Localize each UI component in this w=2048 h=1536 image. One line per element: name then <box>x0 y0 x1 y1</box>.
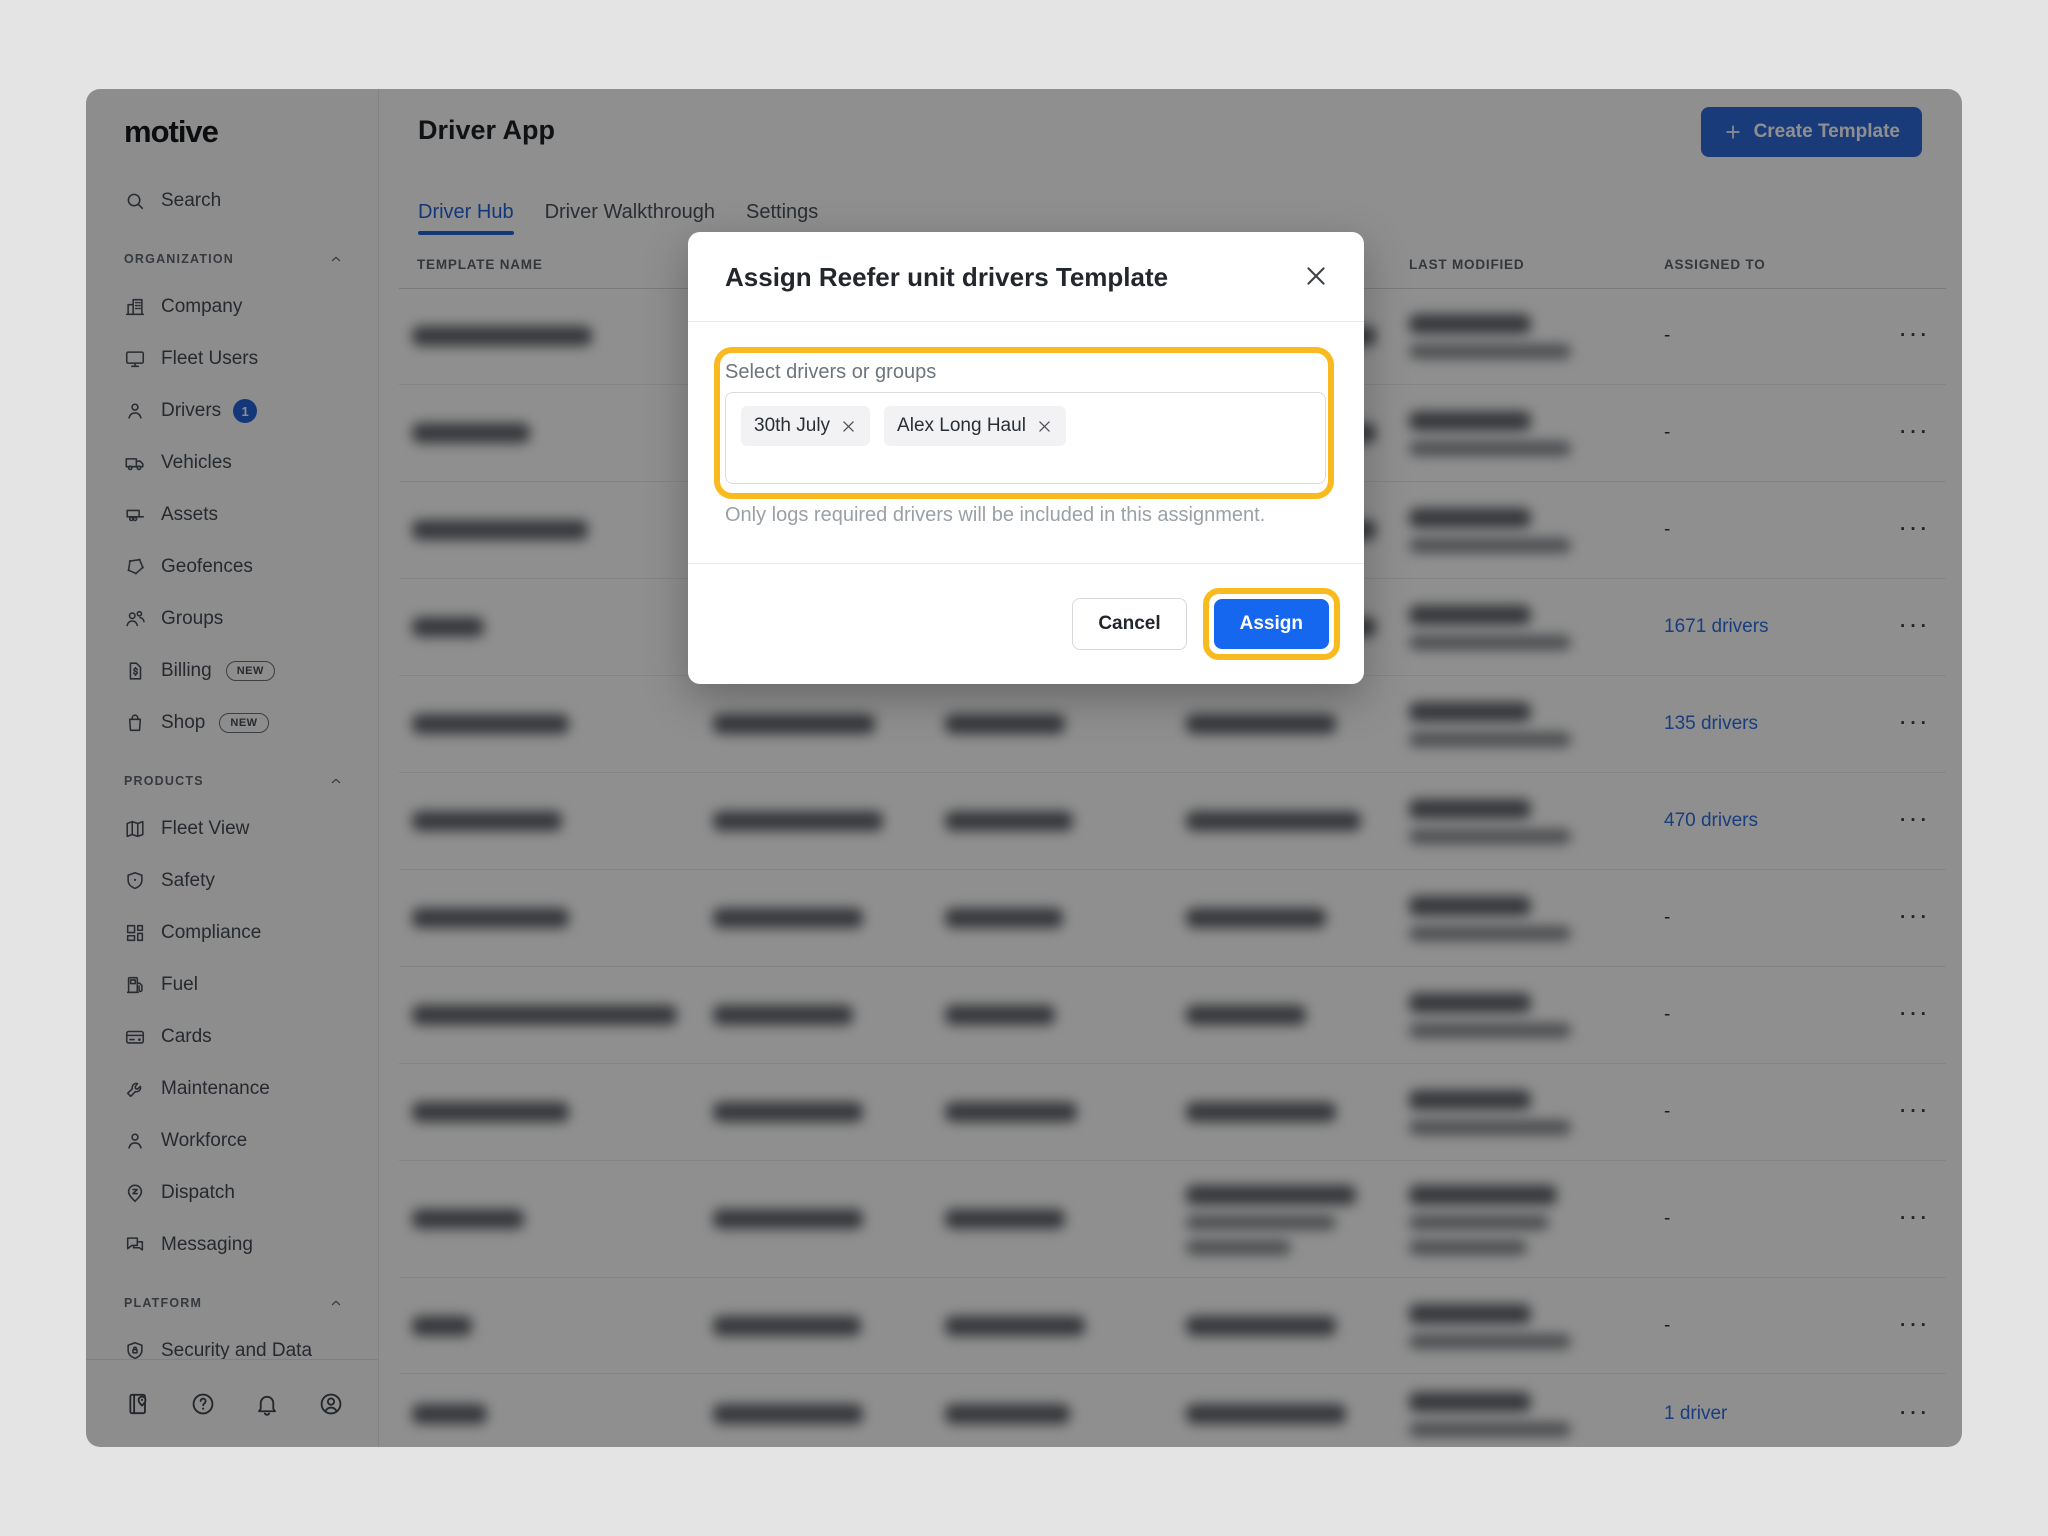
assign-button[interactable]: Assign <box>1214 599 1329 649</box>
chip-list: 30th July Alex Long Haul <box>741 406 1066 446</box>
assign-template-modal: Assign Reefer unit drivers Template Sele… <box>688 232 1364 684</box>
annotation-highlight-assign: Assign <box>1203 588 1340 660</box>
remove-chip-icon[interactable] <box>840 418 857 435</box>
chip-30th-july: 30th July <box>741 406 870 446</box>
chip-alex-long-haul: Alex Long Haul <box>884 406 1066 446</box>
modal-title: Assign Reefer unit drivers Template <box>725 262 1168 293</box>
cancel-button[interactable]: Cancel <box>1072 598 1186 650</box>
close-icon[interactable] <box>1302 262 1330 290</box>
remove-chip-icon[interactable] <box>1036 418 1053 435</box>
modal-header: Assign Reefer unit drivers Template <box>688 232 1364 322</box>
modal-footer: Cancel Assign <box>688 563 1364 684</box>
field-label: Select drivers or groups <box>725 361 936 384</box>
drivers-groups-input[interactable]: 30th July Alex Long Haul <box>725 392 1326 484</box>
helper-text: Only logs required drivers will be inclu… <box>725 504 1265 527</box>
app-window: motive Search ORGANIZATIONCompanyFleet U… <box>86 89 1962 1447</box>
